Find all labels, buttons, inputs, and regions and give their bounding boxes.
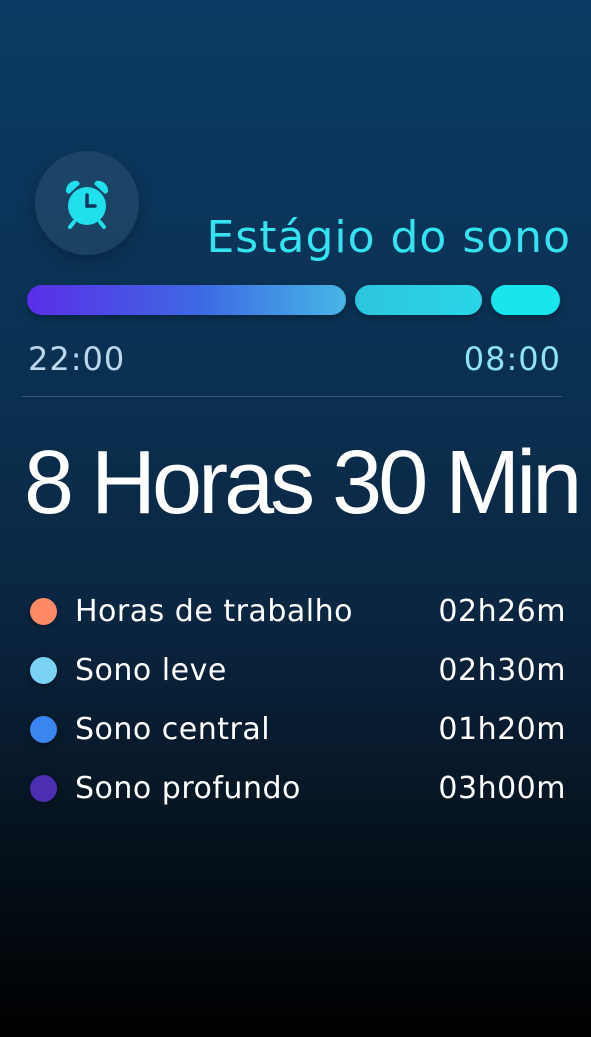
alarm-clock-icon	[60, 176, 114, 230]
end-time: 08:00	[463, 340, 561, 378]
total-sleep-duration: 8 Horas 30 Min	[24, 433, 582, 533]
start-time: 22:00	[28, 340, 126, 378]
stage-bar-segment-2	[355, 285, 482, 315]
legend-value: 02h26m	[438, 594, 566, 629]
stage-bar-segment-3	[491, 285, 560, 315]
alarm-button[interactable]	[35, 151, 139, 255]
legend-item-deep-sleep: Sono profundo 03h00m	[30, 759, 570, 818]
divider	[22, 396, 562, 397]
stage-bar-segment-1	[27, 285, 346, 315]
legend-value: 01h20m	[438, 712, 566, 747]
legend-label: Sono central	[75, 712, 271, 747]
light-sleep-dot	[30, 657, 57, 684]
deep-sleep-dot	[30, 775, 57, 802]
sleep-stage-screen: Estágio do sono 22:00 08:00 8 Horas 30 M…	[0, 0, 591, 1037]
legend-item-light-sleep: Sono leve 02h30m	[30, 641, 570, 700]
legend-value: 02h30m	[438, 653, 566, 688]
legend-label: Sono profundo	[75, 771, 301, 806]
legend-item-core-sleep: Sono central 01h20m	[30, 700, 570, 759]
legend-item-work-hours: Horas de trabalho 02h26m	[30, 582, 570, 641]
legend-label: Sono leve	[75, 653, 227, 688]
work-hours-dot	[30, 598, 57, 625]
sleep-stage-bar	[27, 285, 560, 315]
core-sleep-dot	[30, 716, 57, 743]
sleep-stage-legend: Horas de trabalho 02h26m Sono leve 02h30…	[30, 582, 570, 818]
legend-value: 03h00m	[438, 771, 566, 806]
legend-label: Horas de trabalho	[75, 594, 353, 629]
page-title: Estágio do sono	[206, 212, 571, 263]
